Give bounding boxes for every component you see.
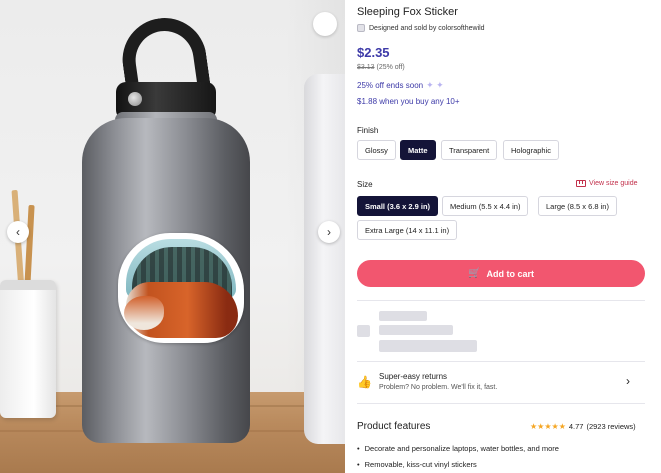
sale-text: 25% off ends soon (357, 81, 424, 90)
original-price-line: $3.13 (25% off) (357, 64, 405, 71)
size-option-extra-large[interactable]: Extra Large (14 x 11.1 in) (357, 220, 458, 240)
next-image-button[interactable]: › (318, 221, 340, 243)
current-price: $2.35 (357, 45, 390, 60)
size-guide-link[interactable]: View size guide (576, 180, 638, 187)
divider (357, 361, 645, 362)
size-option-small[interactable]: Small (3.6 x 2.9 in) (357, 196, 439, 216)
returns-title: Super-easy returns (379, 372, 448, 381)
chevron-right-icon: › (327, 225, 331, 239)
add-to-cart-label: Add to cart (486, 268, 534, 279)
divider (357, 403, 645, 404)
loading-skeleton (379, 340, 477, 352)
add-to-cart-button[interactable]: 🛒 Add to cart (357, 260, 645, 287)
seller-line[interactable]: Designed and sold by colorsofthewild (357, 24, 485, 32)
thumbs-up-icon: 👍 (357, 375, 372, 389)
chevron-left-icon: ‹ (16, 225, 20, 239)
original-price: $3.13 (357, 64, 375, 71)
product-image[interactable] (0, 0, 345, 473)
product-title: Sleeping Fox Sticker (357, 6, 458, 18)
size-option-medium[interactable]: Medium (5.5 x 4.4 in) (442, 196, 529, 216)
rating-summary[interactable]: ★★★★★ 4.77 (2923 reviews) (530, 422, 636, 431)
loading-skeleton (379, 311, 427, 321)
rating-count: (2923 reviews) (586, 422, 636, 431)
sticker-fox-face (124, 296, 164, 330)
finish-label: Finish (357, 126, 379, 135)
divider (357, 300, 645, 301)
previous-image-button[interactable]: ‹ (7, 221, 29, 243)
loading-skeleton (357, 325, 370, 337)
sale-notice: 25% off ends soon ✦ ✦ (357, 80, 444, 91)
feature-bullet: • Removable, kiss-cut vinyl stickers (357, 460, 477, 469)
chevron-right-icon[interactable]: › (626, 374, 630, 388)
finish-option-transparent[interactable]: Transparent (441, 140, 498, 160)
background-bottle (304, 74, 345, 444)
bullet-dot: • (357, 444, 360, 453)
tag-icon (357, 24, 365, 32)
feature-text: Removable, kiss-cut vinyl stickers (364, 460, 477, 469)
star-icon: ★★★★★ (530, 422, 566, 431)
pencil-cup-rim (0, 280, 56, 290)
returns-subtitle: Problem? No problem. We'll fix it, fast. (379, 384, 498, 391)
favorite-button[interactable] (313, 12, 337, 36)
loading-skeleton (379, 325, 453, 335)
finish-option-glossy[interactable]: Glossy (357, 140, 396, 160)
bullet-dot: • (357, 460, 360, 469)
size-label: Size (357, 180, 373, 189)
finish-option-holographic[interactable]: Holographic (503, 140, 560, 160)
discount-text: (25% off) (376, 64, 405, 71)
finish-option-matte[interactable]: Matte (400, 140, 436, 160)
sparkle-icon: ✦ ✦ (426, 80, 444, 90)
bottle-hinge (128, 92, 142, 106)
ruler-icon (576, 180, 586, 187)
bulk-discount: $1.88 when you buy any 10+ (357, 97, 460, 106)
size-guide-label: View size guide (589, 180, 638, 187)
pencil-cup (0, 280, 56, 418)
seller-text: Designed and sold by colorsofthewild (369, 24, 485, 32)
feature-text: Decorate and personalize laptops, water … (364, 444, 559, 453)
feature-bullet: • Decorate and personalize laptops, wate… (357, 444, 559, 453)
product-features-title: Product features (357, 421, 431, 432)
cart-icon: 🛒 (468, 268, 481, 279)
size-option-large[interactable]: Large (8.5 x 6.8 in) (538, 196, 617, 216)
rating-value: 4.77 (568, 422, 584, 431)
